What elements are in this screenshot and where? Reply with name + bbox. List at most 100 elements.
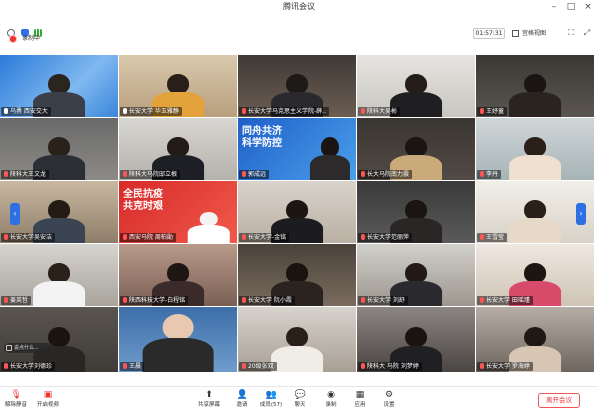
share-screen-icon: ⬆ xyxy=(205,390,213,400)
mic-muted-icon xyxy=(123,297,127,303)
mic-muted-icon: 🎙 xyxy=(10,390,22,400)
participant-name: 陕科大马院邸立根 xyxy=(120,170,181,179)
participant-video xyxy=(509,73,561,117)
mic-muted-icon xyxy=(480,297,484,303)
invite-icon: 👤 xyxy=(236,390,248,400)
mic-muted-icon xyxy=(361,297,365,303)
participant-tile[interactable]: 长安大学 刘舒 xyxy=(357,244,475,306)
record-icon: ◉ xyxy=(327,390,335,400)
apps-button[interactable]: ▦ 应用 xyxy=(347,389,373,413)
settings-button[interactable]: ⚙ 设置 xyxy=(376,389,402,413)
mic-muted-icon xyxy=(480,108,484,114)
participant-name: 长安大学范丽萍 xyxy=(358,233,413,242)
participant-tile[interactable]: 长安大学 阮小霞 xyxy=(238,244,356,306)
mic-muted-icon xyxy=(361,171,365,177)
mic-muted-icon xyxy=(242,297,246,303)
apps-label: 应用 xyxy=(354,402,366,408)
participant-tile[interactable]: 20级张双 xyxy=(238,307,356,372)
participant-name: 陕科大吴彬 xyxy=(358,107,401,116)
video-grid: 乌勇 西安交大 长安大学 华玉雅静 长安大学马克思主义学院-薛.. 陕科大吴彬 … xyxy=(0,55,598,372)
recording-label: 录制中 xyxy=(22,35,41,42)
participant-name: 长安大学马克思主义学院-薛.. xyxy=(239,107,329,116)
exit-fullscreen-icon[interactable]: ⤢ xyxy=(582,28,592,38)
mic-muted-icon xyxy=(361,108,365,114)
chat-preview[interactable]: 说点什么... xyxy=(4,343,54,353)
participant-video xyxy=(33,262,85,306)
participant-tile[interactable]: 乌勇 西安交大 xyxy=(0,55,118,117)
fullscreen-icon[interactable]: ⛶ xyxy=(566,28,576,38)
participant-video xyxy=(509,136,561,180)
participant-name: 李丹 xyxy=(477,170,502,179)
participant-video xyxy=(187,212,230,243)
participant-video xyxy=(509,199,561,243)
unmute-button[interactable]: 🎙 解除静音 xyxy=(3,389,29,413)
poster-text: 全民抗疫 共克时艰 xyxy=(123,189,163,212)
close-icon[interactable]: × xyxy=(582,1,594,13)
participant-video xyxy=(309,136,351,180)
mic-muted-icon xyxy=(480,171,484,177)
participant-name: 西安马院 周柏勛 xyxy=(120,233,176,242)
poster-text: 同舟共济 科学防控 xyxy=(242,126,282,149)
participant-tile[interactable]: 陕科大吴彬 xyxy=(357,55,475,117)
participant-tile[interactable]: 长安大学范丽萍 xyxy=(357,181,475,243)
record-label: 录制 xyxy=(325,402,337,408)
participant-tile[interactable]: 姜英哲 xyxy=(0,244,118,306)
participant-name: 长安大学 阮小霞 xyxy=(239,296,295,305)
participant-tile[interactable]: 长安大学 华玉雅静 xyxy=(119,55,237,117)
chevron-left-icon: ‹ xyxy=(13,209,17,218)
participant-name: 20级张双 xyxy=(239,362,277,371)
mic-icon xyxy=(123,108,127,114)
mic-muted-icon xyxy=(123,363,127,369)
chat-button[interactable]: 💬 聊天 xyxy=(287,389,313,413)
mic-muted-icon xyxy=(480,363,484,369)
participant-name: 长安大学-金铭 xyxy=(239,233,290,242)
start-video-button[interactable]: ▣ 开启视频 xyxy=(35,389,61,413)
leave-meeting-button[interactable]: 离开会议 xyxy=(538,393,580,408)
grid-view-icon xyxy=(512,30,519,37)
next-page-button[interactable]: › xyxy=(576,203,586,225)
minimize-icon[interactable]: – xyxy=(548,1,560,13)
participant-tile[interactable]: 同舟共济 科学防控 郭成远 xyxy=(238,118,356,180)
unmute-label: 解除静音 xyxy=(4,402,27,408)
record-dot-icon xyxy=(10,36,16,42)
meeting-top-toolbar: 01:57:31 宫格视图 ⛶ ⤢ xyxy=(0,14,598,39)
prev-page-button[interactable]: ‹ xyxy=(10,203,20,225)
participant-name: 陕科大王文龙 xyxy=(1,170,50,179)
participant-tile[interactable]: 陕科大王文龙 xyxy=(0,118,118,180)
participant-tile[interactable]: 陕科大 马院 刘梦婷 xyxy=(357,307,475,372)
participant-name: 王雪莹 xyxy=(477,233,508,242)
chat-icon: 💬 xyxy=(294,390,306,400)
participant-tile[interactable]: 长安大学刘德珍 xyxy=(0,307,118,372)
participant-name: 长安大学 罗海婷 xyxy=(477,362,533,371)
view-mode-button[interactable]: 宫格视图 xyxy=(512,28,546,39)
participant-tile[interactable]: 长大马院南力震 xyxy=(357,118,475,180)
invite-label: 邀请 xyxy=(236,402,248,408)
start-video-label: 开启视频 xyxy=(36,402,59,408)
participant-tile[interactable]: 王妤童 xyxy=(476,55,594,117)
participant-tile[interactable]: 全民抗疫 共克时艰 西安马院 周柏勛 xyxy=(119,181,237,243)
camera-off-icon: ▣ xyxy=(43,390,53,400)
participant-name: 陕西科技大学-白程铭 xyxy=(120,296,189,305)
maximize-icon[interactable]: □ xyxy=(565,1,577,13)
participant-name: 王晨 xyxy=(120,362,145,371)
participant-video xyxy=(142,313,214,372)
members-label: 成员(57) xyxy=(259,402,283,408)
share-screen-button[interactable]: ⬆ 共享屏幕 xyxy=(196,389,222,413)
mic-icon xyxy=(4,108,8,114)
participant-tile[interactable]: 长安大学 田瑶瑾 xyxy=(476,244,594,306)
members-button[interactable]: 👥 成员(57) xyxy=(258,389,284,413)
participant-tile[interactable]: 李丹 xyxy=(476,118,594,180)
participant-tile[interactable]: 王晨 xyxy=(119,307,237,372)
invite-button[interactable]: 👤 邀请 xyxy=(229,389,255,413)
mic-muted-icon xyxy=(242,108,246,114)
participant-tile[interactable]: 长安大学-金铭 xyxy=(238,181,356,243)
participant-name: 姜英哲 xyxy=(1,296,32,305)
record-button[interactable]: ◉ 录制 xyxy=(318,389,344,413)
chat-preview-text: 说点什么... xyxy=(14,345,39,351)
participant-tile[interactable]: 长安大学马克思主义学院-薛.. xyxy=(238,55,356,117)
mic-muted-icon xyxy=(4,363,8,369)
participant-tile[interactable]: 陕西科技大学-白程铭 xyxy=(119,244,237,306)
participant-tile[interactable]: 陕科大马院邸立根 xyxy=(119,118,237,180)
share-screen-label: 共享屏幕 xyxy=(197,402,220,408)
participant-tile[interactable]: 长安大学 罗海婷 xyxy=(476,307,594,372)
